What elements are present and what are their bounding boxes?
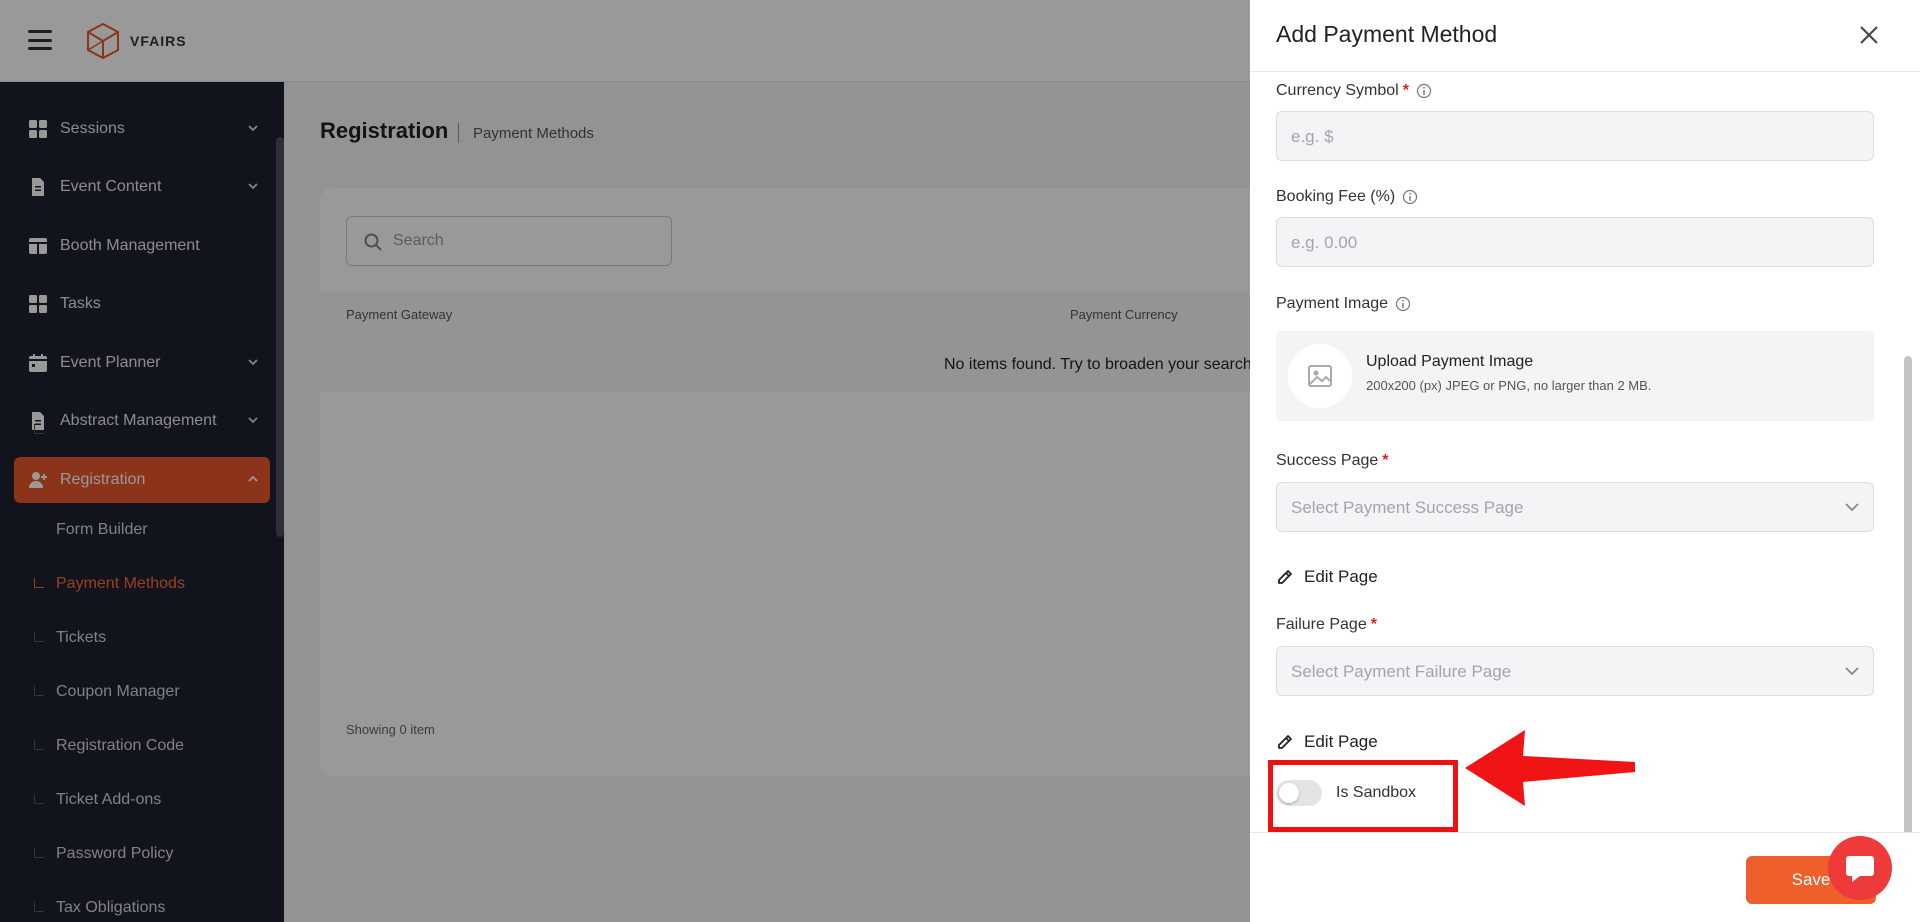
failure-page-label: Failure Page * (1276, 616, 1377, 634)
currency-symbol-label-text: Currency Symbol (1276, 82, 1399, 99)
annotation-highlight-box (1268, 760, 1458, 832)
chat-widget-button[interactable] (1828, 836, 1892, 900)
booking-fee-label: Booking Fee (%) (1276, 188, 1418, 206)
required-marker: * (1370, 616, 1377, 633)
info-icon[interactable] (1395, 296, 1411, 312)
required-marker: * (1402, 82, 1409, 99)
edit-page-label: Edit Page (1304, 732, 1378, 751)
booking-fee-label-text: Booking Fee (%) (1276, 188, 1396, 205)
success-page-select[interactable]: Select Payment Success Page (1276, 482, 1874, 532)
pencil-icon (1278, 570, 1292, 584)
drawer-footer: Save (1250, 832, 1920, 922)
edit-failure-page-link[interactable]: Edit Page (1276, 732, 1378, 752)
currency-symbol-label: Currency Symbol * (1276, 82, 1432, 100)
payment-image-label-text: Payment Image (1276, 295, 1389, 312)
pencil-icon (1278, 735, 1292, 749)
upload-thumbnail (1288, 344, 1352, 408)
failure-page-select[interactable]: Select Payment Failure Page (1276, 646, 1874, 696)
drawer-title: Add Payment Method (1276, 21, 1498, 47)
payment-image-label: Payment Image (1276, 295, 1411, 313)
edit-success-page-link[interactable]: Edit Page (1276, 567, 1378, 587)
drawer-header: Add Payment Method (1250, 0, 1920, 72)
upload-hint: 200x200 (px) JPEG or PNG, no larger than… (1366, 378, 1652, 393)
payment-image-upload[interactable]: Upload Payment Image 200x200 (px) JPEG o… (1276, 331, 1874, 421)
edit-page-label: Edit Page (1304, 567, 1378, 586)
chevron-down-icon (1845, 503, 1859, 512)
upload-title: Upload Payment Image (1366, 353, 1534, 370)
failure-page-label-text: Failure Page (1276, 616, 1367, 633)
close-icon[interactable] (1858, 24, 1880, 46)
image-icon (1308, 365, 1332, 387)
currency-symbol-field[interactable] (1276, 111, 1874, 161)
booking-fee-field[interactable] (1276, 217, 1874, 267)
info-icon[interactable] (1416, 83, 1432, 99)
info-icon[interactable] (1402, 189, 1418, 205)
booking-fee-input[interactable] (1291, 231, 1851, 255)
chevron-down-icon (1845, 667, 1859, 676)
drawer-scrollbar[interactable] (1904, 356, 1912, 836)
modal-backdrop[interactable] (0, 0, 1250, 922)
failure-page-placeholder: Select Payment Failure Page (1291, 662, 1512, 681)
annotation-arrow-icon (1465, 730, 1635, 806)
success-page-label-text: Success Page (1276, 452, 1379, 469)
success-page-label: Success Page * (1276, 452, 1389, 470)
required-marker: * (1382, 452, 1389, 469)
success-page-placeholder: Select Payment Success Page (1291, 498, 1524, 517)
chat-icon (1846, 856, 1874, 882)
currency-symbol-input[interactable] (1291, 125, 1851, 149)
